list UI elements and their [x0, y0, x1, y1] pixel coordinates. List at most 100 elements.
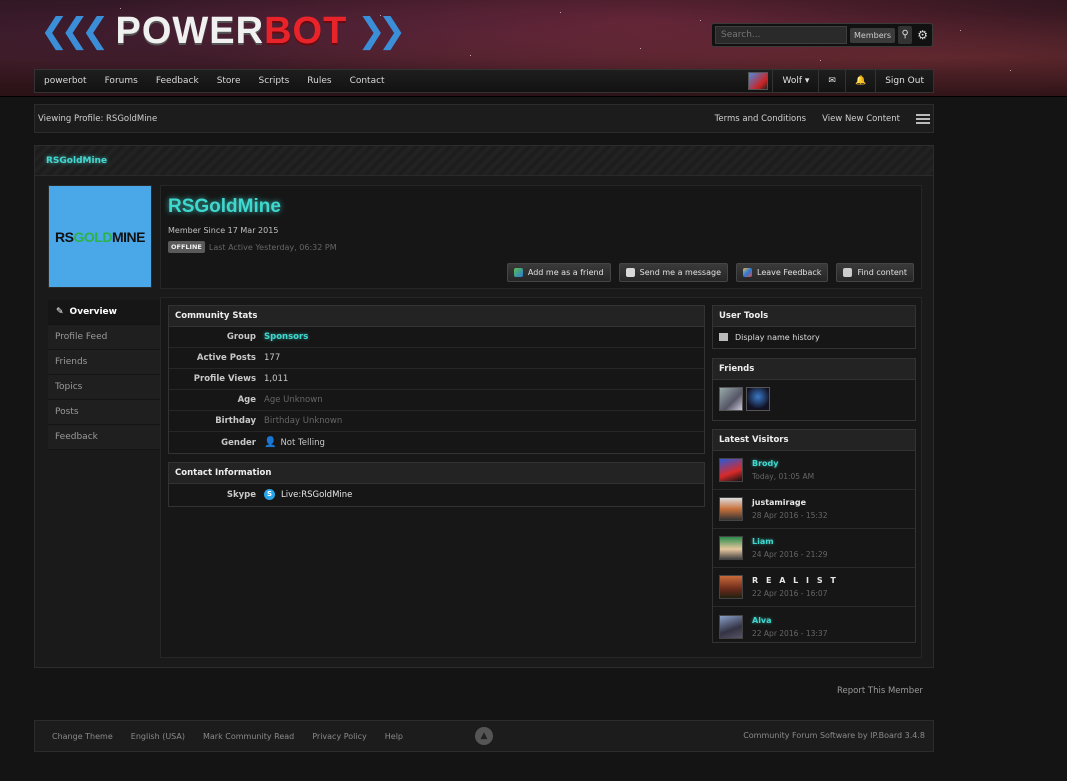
search-input[interactable] — [715, 26, 847, 44]
nav-item-feedback[interactable]: Feedback — [147, 70, 208, 92]
friend-avatar[interactable] — [719, 387, 743, 411]
logo-text: POWERBOT — [115, 9, 348, 52]
list-item[interactable]: Alva 22 Apr 2016 - 13:37 — [713, 607, 915, 646]
messages-icon[interactable]: ✉ — [818, 70, 845, 92]
logo-chevron-left-icon: ❮❮❮ — [40, 11, 109, 51]
nav-item-store[interactable]: Store — [208, 70, 250, 92]
caret-down-icon: ▾ — [804, 76, 810, 86]
contact-row-skype: Skype S Live:RSGoldMine — [226, 489, 353, 500]
profile-actions: Add me as a friend Send me a message Lea… — [499, 263, 914, 282]
footer-credit: Community Forum Software by IP.Board 3.4… — [743, 731, 925, 740]
footer-language[interactable]: English (USA) — [131, 732, 185, 741]
group-link[interactable]: Sponsors — [264, 332, 308, 342]
sign-out-link[interactable]: Sign Out — [875, 70, 933, 92]
nav-item-powerbot[interactable]: powerbot — [35, 70, 96, 92]
nav-item-scripts[interactable]: Scripts — [249, 70, 298, 92]
user-avatar[interactable] — [744, 70, 772, 92]
skype-value[interactable]: Live:RSGoldMine — [281, 490, 352, 500]
terms-link[interactable]: Terms and Conditions — [715, 114, 806, 124]
community-stats-title: Community Stats — [169, 306, 704, 327]
stat-row-gender: Gender 👤 Not Telling — [221, 437, 325, 448]
skype-icon: S — [264, 489, 275, 500]
tab-overview[interactable]: ✎ Overview — [48, 300, 161, 325]
visitor-avatar — [719, 575, 743, 599]
user-avatar-image — [748, 72, 769, 90]
stat-row-age: Age Age Unknown — [169, 390, 704, 411]
user-tools-title: User Tools — [713, 306, 915, 327]
nav-item-rules[interactable]: Rules — [298, 70, 340, 92]
find-content-button[interactable]: Find content — [836, 263, 914, 282]
gear-icon[interactable]: ⚙ — [916, 26, 929, 44]
message-icon — [625, 268, 635, 277]
profile-name: RSGoldMine — [168, 196, 281, 217]
visitor-avatar — [719, 497, 743, 521]
status-line: OFFLINE Last Active Yesterday, 06:32 PM — [168, 241, 337, 253]
list-item[interactable]: R E A L I S T 22 Apr 2016 - 16:07 — [713, 568, 915, 607]
breadcrumb-current: Viewing Profile: RSGoldMine — [38, 113, 158, 124]
visitor-avatar — [719, 536, 743, 560]
main-nav: powerbot Forums Feedback Store Scripts R… — [34, 69, 934, 93]
friends-box: Friends — [712, 358, 916, 421]
community-stats-box: Community Stats Group Sponsors Active Pos… — [168, 305, 705, 454]
footer-mark-read[interactable]: Mark Community Read — [203, 732, 294, 741]
visitor-avatar — [719, 458, 743, 482]
display-name-history-link[interactable]: Display name history — [713, 327, 915, 347]
pencil-icon: ✎ — [56, 307, 64, 317]
profile-content: Community Stats Group Sponsors Active Pos… — [160, 297, 922, 658]
nav-item-forums[interactable]: Forums — [96, 70, 147, 92]
logo-chevron-right-icon: ❯❯ — [357, 11, 406, 51]
tab-posts[interactable]: Posts — [48, 400, 161, 425]
send-message-button[interactable]: Send me a message — [618, 263, 728, 282]
history-icon — [719, 333, 728, 341]
user-name: Wolf — [782, 76, 803, 86]
status-badge: OFFLINE — [168, 241, 205, 253]
nav-item-contact[interactable]: Contact — [341, 70, 394, 92]
report-member-link[interactable]: Report This Member — [837, 686, 923, 696]
footer-privacy[interactable]: Privacy Policy — [312, 732, 367, 741]
feedback-icon — [743, 268, 752, 277]
user-menu[interactable]: Wolf ▾ — [772, 70, 818, 92]
list-view-icon[interactable] — [916, 113, 930, 124]
list-item[interactable]: Brody Today, 01:05 AM — [713, 451, 915, 490]
stat-row-birthday: Birthday Birthday Unknown — [169, 411, 704, 432]
tab-feedback[interactable]: Feedback — [48, 425, 161, 450]
tab-friends[interactable]: Friends — [48, 350, 161, 375]
tab-profile-feed[interactable]: Profile Feed — [48, 325, 161, 350]
breadcrumb-links: Terms and Conditions View New Content — [699, 113, 930, 124]
search-document-icon — [843, 268, 853, 277]
profile-header: RSGoldMine Member Since 17 Mar 2015 OFFL… — [160, 185, 922, 289]
stat-row-group: Group Sponsors — [169, 327, 704, 348]
stat-row-profile-views: Profile Views 1,011 — [169, 369, 704, 390]
contact-info-title: Contact Information — [169, 463, 704, 484]
friends-title: Friends — [713, 359, 915, 380]
latest-visitors-title: Latest Visitors — [713, 430, 915, 451]
view-new-content-link[interactable]: View New Content — [822, 114, 900, 124]
user-tools-box: User Tools Display name history — [712, 305, 916, 349]
notifications-bell-icon[interactable]: 🔔 — [844, 70, 875, 92]
search-scope-button[interactable]: Members — [850, 27, 896, 43]
list-item[interactable]: Liam 24 Apr 2016 - 21:29 — [713, 529, 915, 568]
profile-tabs: ✎ Overview Profile Feed Friends Topics Po… — [48, 300, 161, 450]
profile-photo: RSGOLDMINE — [48, 185, 152, 288]
leave-feedback-button[interactable]: Leave Feedback — [736, 263, 829, 282]
add-friend-icon — [513, 268, 523, 277]
panel-title: RSGoldMine — [35, 146, 933, 176]
site-footer: Change Theme English (USA) Mark Communit… — [34, 720, 934, 752]
footer-change-theme[interactable]: Change Theme — [52, 732, 113, 741]
person-icon: 👤 — [264, 437, 277, 448]
user-nav: Wolf ▾ ✉ 🔔 Sign Out — [744, 70, 933, 92]
friend-avatar[interactable] — [746, 387, 770, 411]
search-box: Members ⚲ ⚙ — [711, 23, 933, 47]
tab-topics[interactable]: Topics — [48, 375, 161, 400]
profile-photo-logo: RSGOLDMINE — [55, 228, 145, 245]
back-to-top-icon[interactable]: ▲ — [475, 727, 493, 745]
footer-help[interactable]: Help — [385, 732, 403, 741]
site-logo[interactable]: ❮❮❮ POWERBOT ❯❯ — [40, 9, 406, 52]
list-item[interactable]: justamirage 28 Apr 2016 - 15:32 — [713, 490, 915, 529]
add-friend-button[interactable]: Add me as a friend — [506, 263, 611, 282]
search-icon[interactable]: ⚲ — [898, 26, 913, 44]
latest-visitors-box: Latest Visitors Brody Today, 01:05 AM jus… — [712, 429, 916, 643]
profile-panel: RSGoldMine RSGOLDMINE RSGoldMine Member … — [34, 145, 934, 668]
stat-row-active-posts: Active Posts 177 — [169, 348, 704, 369]
site-header: ❮❮❮ POWERBOT ❯❯ Members ⚲ ⚙ powerbot For… — [0, 0, 1067, 97]
